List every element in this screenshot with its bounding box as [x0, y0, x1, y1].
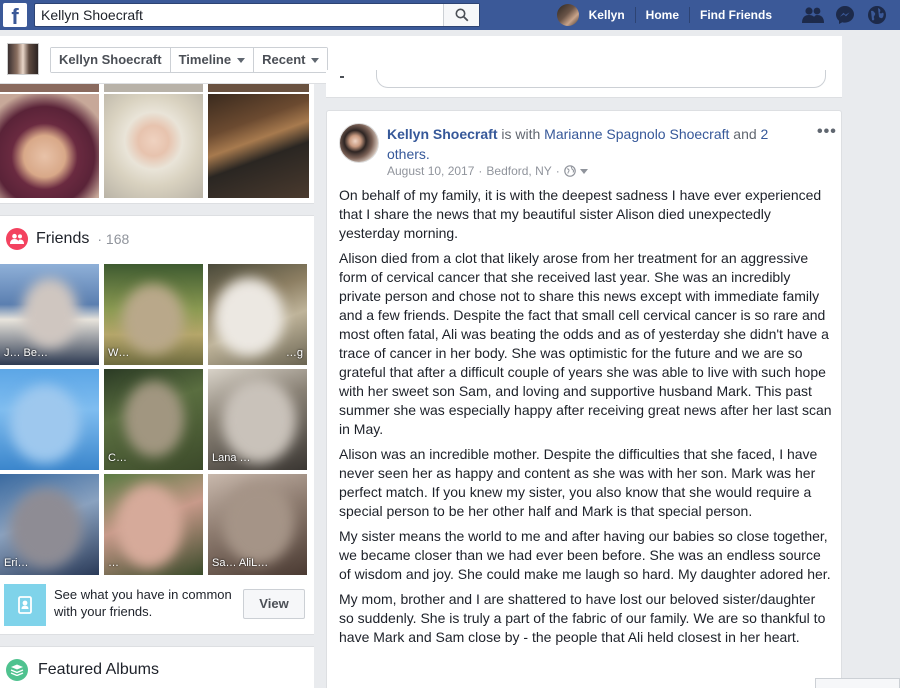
facebook-logo-icon[interactable]: f: [3, 3, 27, 27]
friend-name: Eri…: [4, 557, 29, 569]
meta-separator: ·: [478, 164, 483, 178]
tab-timeline[interactable]: Timeline: [170, 48, 255, 72]
blurred-face: [10, 385, 80, 463]
friend-tile[interactable]: J… Be…: [0, 264, 99, 365]
search-button[interactable]: [443, 4, 479, 26]
view-button[interactable]: View: [243, 589, 305, 619]
common-friends-prompt: See what you have in common with your fr…: [0, 580, 314, 636]
post-and-text: and: [733, 126, 757, 142]
tagged-person-link[interactable]: Marianne Spagnolo Shoecraft: [544, 126, 729, 142]
friend-name: …g: [285, 347, 303, 359]
tab-profile-name-label: Kellyn Shoecraft: [59, 52, 162, 67]
composer-card: [326, 70, 842, 98]
post-location-link[interactable]: Bedford, NY: [486, 164, 551, 178]
friends-count: · 168: [97, 231, 130, 247]
post-paragraph: My mom, brother and I are shattered to h…: [339, 591, 826, 645]
search-icon: [455, 8, 468, 22]
common-friends-text: See what you have in common with your fr…: [54, 587, 232, 619]
audience-chevron-down-icon[interactable]: [579, 168, 588, 174]
photo-strip: [0, 84, 99, 92]
post-paragraph: On behalf of my family, it is with the d…: [339, 187, 822, 241]
friend-name: …: [108, 557, 119, 569]
post-body: On behalf of my family, it is with the d…: [339, 186, 833, 653]
friend-name: Lana …: [212, 452, 251, 464]
top-navigation-bar: f Kellyn Home Find Friends: [0, 0, 900, 30]
post-with-text: is with: [501, 126, 541, 142]
find-friends-link[interactable]: Find Friends: [690, 0, 782, 30]
blurred-face: [222, 379, 296, 463]
friend-tile[interactable]: …: [104, 474, 203, 575]
friends-icon: [6, 228, 28, 250]
photo-thumbnail[interactable]: [104, 94, 203, 198]
user-avatar[interactable]: [556, 4, 579, 26]
friend-tile[interactable]: …g: [208, 264, 307, 365]
tab-profile-name[interactable]: Kellyn Shoecraft: [51, 48, 171, 72]
top-nav-right: Kellyn Home Find Friends: [556, 0, 900, 30]
friend-requests-icon[interactable]: [802, 4, 824, 26]
search-box: [34, 3, 480, 27]
nav-icon-group: [782, 4, 900, 26]
tab-recent-label: Recent: [262, 52, 306, 67]
friend-name: Sa… AliL…: [212, 557, 269, 569]
photos-card: [0, 84, 314, 204]
post-date-link[interactable]: August 10, 2017: [387, 164, 474, 178]
tab-recent[interactable]: Recent: [254, 48, 328, 72]
blurred-face: [214, 278, 284, 356]
tab-timeline-label: Timeline: [178, 52, 232, 67]
photo-strip: [104, 84, 203, 92]
photo-strip: [208, 84, 309, 92]
friend-tile[interactable]: C…: [104, 369, 203, 470]
profile-tabs: Kellyn Shoecraft Timeline Recent: [50, 47, 329, 73]
blurred-face: [22, 278, 78, 348]
blurred-face: [222, 482, 294, 564]
right-gutter: [842, 36, 900, 688]
featured-albums-title[interactable]: Featured Albums: [38, 661, 159, 679]
chat-sidebar-tab[interactable]: [815, 678, 900, 688]
post-author-avatar[interactable]: [339, 123, 379, 163]
blurred-face: [124, 381, 184, 457]
chevron-down-icon: [311, 57, 320, 63]
albums-icon: [6, 659, 28, 681]
composer-divider: [340, 76, 344, 78]
photo-thumbnail[interactable]: [208, 94, 309, 198]
friend-tile[interactable]: Sa… AliL…: [208, 474, 307, 575]
post-paragraph: Alison was an incredible mother. Despite…: [339, 446, 818, 519]
meta-separator: ·: [555, 164, 560, 178]
friends-title[interactable]: Friends: [36, 230, 89, 248]
post-author-link[interactable]: Kellyn Shoecraft: [387, 126, 497, 142]
friend-name: W…: [108, 347, 130, 359]
profile-link[interactable]: Kellyn: [579, 0, 635, 30]
photo-thumbnail[interactable]: [0, 94, 99, 198]
friend-tile[interactable]: W…: [104, 264, 203, 365]
post-paragraph: My sister means the world to me and afte…: [339, 528, 831, 582]
post-options-icon[interactable]: •••: [817, 123, 837, 141]
post-header: Kellyn Shoecraft is with Marianne Spagno…: [387, 124, 807, 164]
friend-name: J… Be…: [4, 347, 49, 359]
friend-tile[interactable]: Eri…: [0, 474, 99, 575]
chevron-down-icon: [237, 57, 246, 63]
blurred-face: [10, 488, 82, 568]
featured-albums-card: Featured Albums: [0, 646, 314, 688]
post-meta: August 10, 2017 · Bedford, NY ·: [387, 164, 588, 178]
friend-tile[interactable]: Lana …: [208, 369, 307, 470]
friend-name: C…: [108, 452, 127, 464]
friends-card: Friends · 168 J… Be… W… …g C… Lana … Eri…: [0, 215, 314, 635]
messenger-icon[interactable]: [834, 4, 856, 26]
mutual-friends-icon: [4, 584, 46, 626]
friend-tile[interactable]: [0, 369, 99, 470]
search-input[interactable]: [35, 4, 445, 26]
blurred-face: [116, 484, 182, 568]
home-link[interactable]: Home: [636, 0, 689, 30]
blurred-face: [122, 284, 184, 354]
audience-globe-icon[interactable]: [563, 165, 576, 177]
post-paragraph: Alison died from a clot that likely aros…: [339, 250, 832, 437]
profile-thumbnail[interactable]: [7, 43, 39, 75]
post-card: Kellyn Shoecraft is with Marianne Spagno…: [326, 110, 842, 688]
friends-header: Friends · 168: [6, 228, 129, 250]
notifications-globe-icon[interactable]: [866, 4, 888, 26]
composer-input[interactable]: [376, 70, 826, 88]
